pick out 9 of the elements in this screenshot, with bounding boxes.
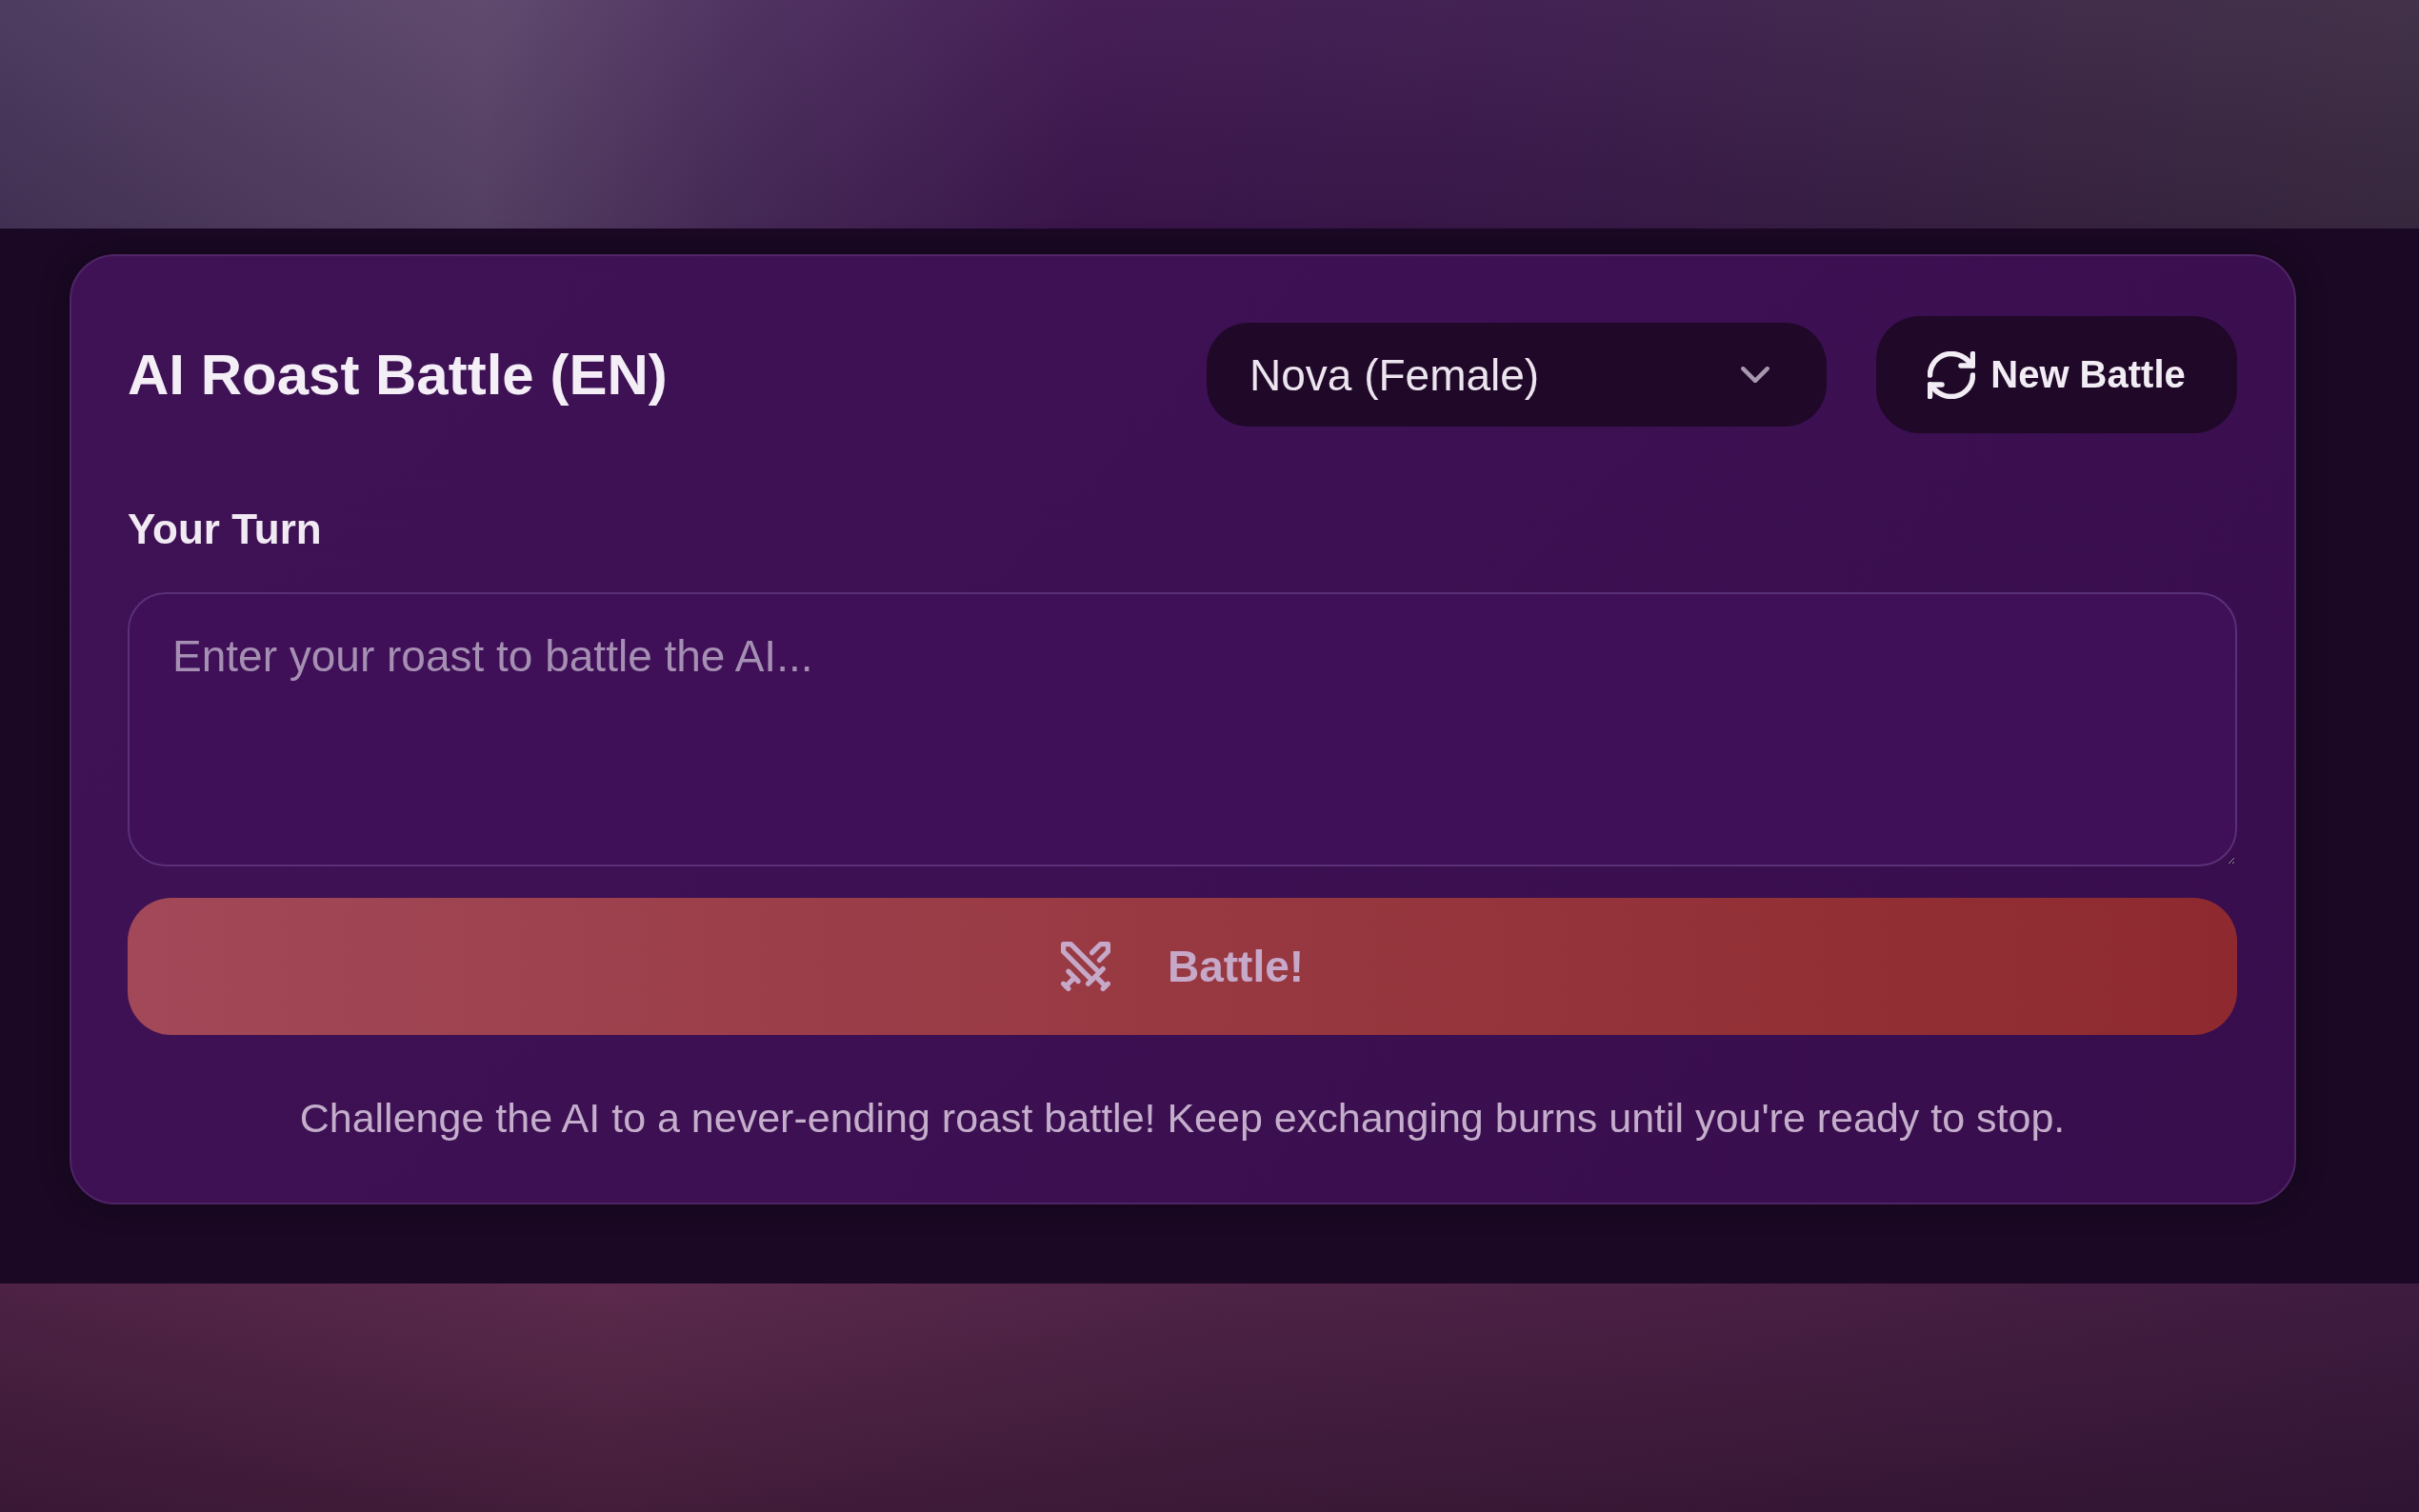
new-battle-button[interactable]: New Battle [1876,316,2237,433]
crossed-swords-icon [1060,942,1110,991]
app-title: AI Roast Battle (EN) [128,342,668,408]
voice-select[interactable]: Nova (Female) [1207,323,1827,427]
field-label: Your Turn [128,505,322,554]
roast-input-field[interactable]: Enter your roast to battle the AI... [128,592,2237,866]
hint-text: Challenge the AI to a never-ending roast battle! Keep exchanging burns until you're ready to stop. [299,1094,2066,1142]
chevron-down-icon [1741,367,1769,383]
refresh-icon [1928,350,1976,399]
